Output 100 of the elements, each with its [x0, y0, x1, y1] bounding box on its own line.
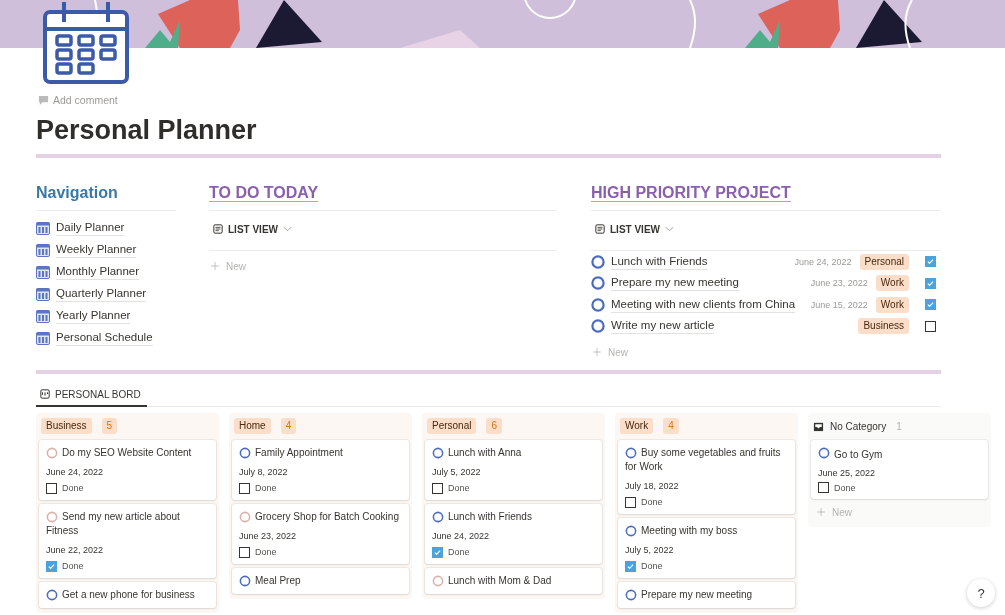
done-checkbox[interactable] [925, 299, 936, 311]
plus-icon [211, 262, 219, 270]
card-title: Meal Prep [255, 575, 301, 586]
board-card[interactable]: Meeting with my boss July 5, 2022 Done [618, 518, 795, 578]
card-title: Send my new article about Fitness [46, 511, 180, 536]
category-tag: Work [875, 275, 909, 292]
card-title: Do my SEO Website Content [62, 447, 192, 458]
group-count: 1 [896, 420, 902, 432]
category-tag: Personal [859, 253, 909, 270]
board-card[interactable]: Send my new article about Fitness June 22, 2022 Done [39, 504, 216, 578]
calendar-icon [36, 265, 50, 279]
board-card[interactable]: Do my SEO Website Content June 24, 2022 Done [39, 440, 216, 500]
category-tag: Business [858, 318, 909, 335]
page-title: Personal Planner [36, 114, 258, 147]
task-date: June 15, 2022 [810, 299, 868, 310]
group-label: No Category [830, 420, 887, 432]
done-checkbox[interactable] [925, 256, 936, 268]
group-tag: Business [41, 418, 92, 434]
plus-icon [593, 348, 601, 356]
card-date: June 24, 2022 [432, 530, 491, 542]
task-date: June 23, 2022 [810, 278, 868, 289]
navigation-heading: Navigation [36, 183, 119, 203]
card-title: Lunch with Friends [448, 511, 532, 522]
help-button[interactable]: ? [967, 579, 995, 607]
done-checkbox[interactable] [432, 546, 443, 558]
board-card[interactable]: Grocery Shop for Batch Cooking June 23, 2022 Done [232, 504, 409, 564]
card-title: Go to Gym [834, 449, 883, 460]
card-date: June 24, 2022 [46, 466, 105, 478]
board-card[interactable]: Prepare my new meeting [618, 582, 795, 608]
board-tab[interactable]: PERSONAL BORD [36, 383, 147, 407]
status-ring-icon [591, 276, 605, 291]
done-label: Done [641, 560, 663, 572]
navigation-link[interactable]: Weekly Planner [56, 242, 137, 258]
done-checkbox[interactable] [625, 560, 636, 572]
done-checkbox[interactable] [239, 546, 250, 558]
plus-icon [817, 508, 825, 516]
view-selector[interactable]: LIST VIEW [591, 214, 678, 244]
done-checkbox[interactable] [432, 482, 443, 494]
navigation-link[interactable]: Daily Planner [56, 220, 125, 236]
board-icon [40, 389, 50, 399]
group-count: 4 [663, 418, 679, 434]
inbox-icon [813, 420, 824, 432]
group-tag: Home [234, 418, 271, 434]
group-tag: Work [620, 418, 654, 434]
card-title: Grocery Shop for Batch Cooking [255, 511, 399, 522]
board-card[interactable]: Get a new phone for business [39, 582, 216, 608]
calendar-icon [36, 287, 50, 301]
section-heading: TO DO TODAY [209, 184, 319, 202]
board-card[interactable]: Lunch with Mom & Dad [425, 568, 602, 594]
calendar-icon [36, 243, 50, 257]
task-title[interactable]: Prepare my new meeting [611, 275, 739, 292]
chevron-down-icon [283, 226, 292, 232]
board-card[interactable]: Lunch with Anna July 5, 2022 Done [425, 440, 602, 500]
card-title: Lunch with Anna [448, 447, 522, 458]
task-title[interactable]: Meeting with new clients from China [611, 296, 796, 313]
card-date: July 18, 2022 [625, 480, 680, 492]
task-title[interactable]: Write my new article [611, 318, 715, 335]
done-label: Done [641, 496, 663, 508]
done-label: Done [62, 560, 84, 572]
group-tag: Personal [427, 418, 477, 434]
card-title: Meeting with my boss [641, 525, 738, 536]
status-ring-icon [591, 254, 605, 269]
done-checkbox[interactable] [46, 560, 57, 572]
board-card[interactable]: Meal Prep [232, 568, 409, 594]
card-title: Buy some vegetables and fruits for Work [625, 447, 781, 472]
done-checkbox[interactable] [46, 482, 57, 494]
card-date: June 22, 2022 [46, 544, 105, 556]
section-heading: HIGH PRIORITY PROJECT [591, 184, 791, 202]
status-ring-icon [591, 297, 605, 312]
board-card[interactable]: Family Appointment July 8, 2022 Done [232, 440, 409, 500]
done-checkbox[interactable] [239, 482, 250, 494]
done-checkbox[interactable] [925, 277, 936, 289]
navigation-link[interactable]: Yearly Planner [56, 308, 131, 324]
list-icon [213, 224, 223, 234]
task-title[interactable]: Lunch with Friends [611, 253, 708, 270]
card-date: July 5, 2022 [625, 544, 675, 556]
calendar-icon [36, 221, 50, 235]
done-checkbox[interactable] [818, 482, 829, 493]
group-count: 5 [101, 418, 118, 434]
done-checkbox[interactable] [625, 496, 636, 508]
done-label: Done [448, 482, 470, 494]
view-selector[interactable]: LIST VIEW [209, 214, 296, 244]
card-title: Lunch with Mom & Dad [448, 575, 552, 586]
category-tag: Work [875, 296, 909, 313]
calendar-icon [36, 309, 50, 323]
card-title: Get a new phone for business [62, 589, 195, 600]
done-checkbox[interactable] [925, 320, 936, 332]
card-title: Family Appointment [255, 447, 343, 458]
navigation-link[interactable]: Personal Schedule [56, 330, 153, 346]
card-date: July 8, 2022 [239, 466, 289, 478]
done-label: Done [834, 482, 856, 493]
done-label: Done [255, 546, 277, 558]
card-date: June 23, 2022 [239, 530, 298, 542]
card-title: Prepare my new meeting [641, 589, 753, 600]
navigation-link[interactable]: Quarterly Planner [56, 286, 147, 302]
board-card[interactable]: Buy some vegetables and fruits for Work July 18, 2022 Done [618, 440, 795, 514]
board-card[interactable]: Go to Gym June 25, 2022 Done [811, 440, 988, 499]
navigation-link[interactable]: Monthly Planner [56, 264, 140, 280]
group-count: 4 [280, 418, 297, 434]
board-card[interactable]: Lunch with Friends June 24, 2022 Done [425, 504, 602, 564]
